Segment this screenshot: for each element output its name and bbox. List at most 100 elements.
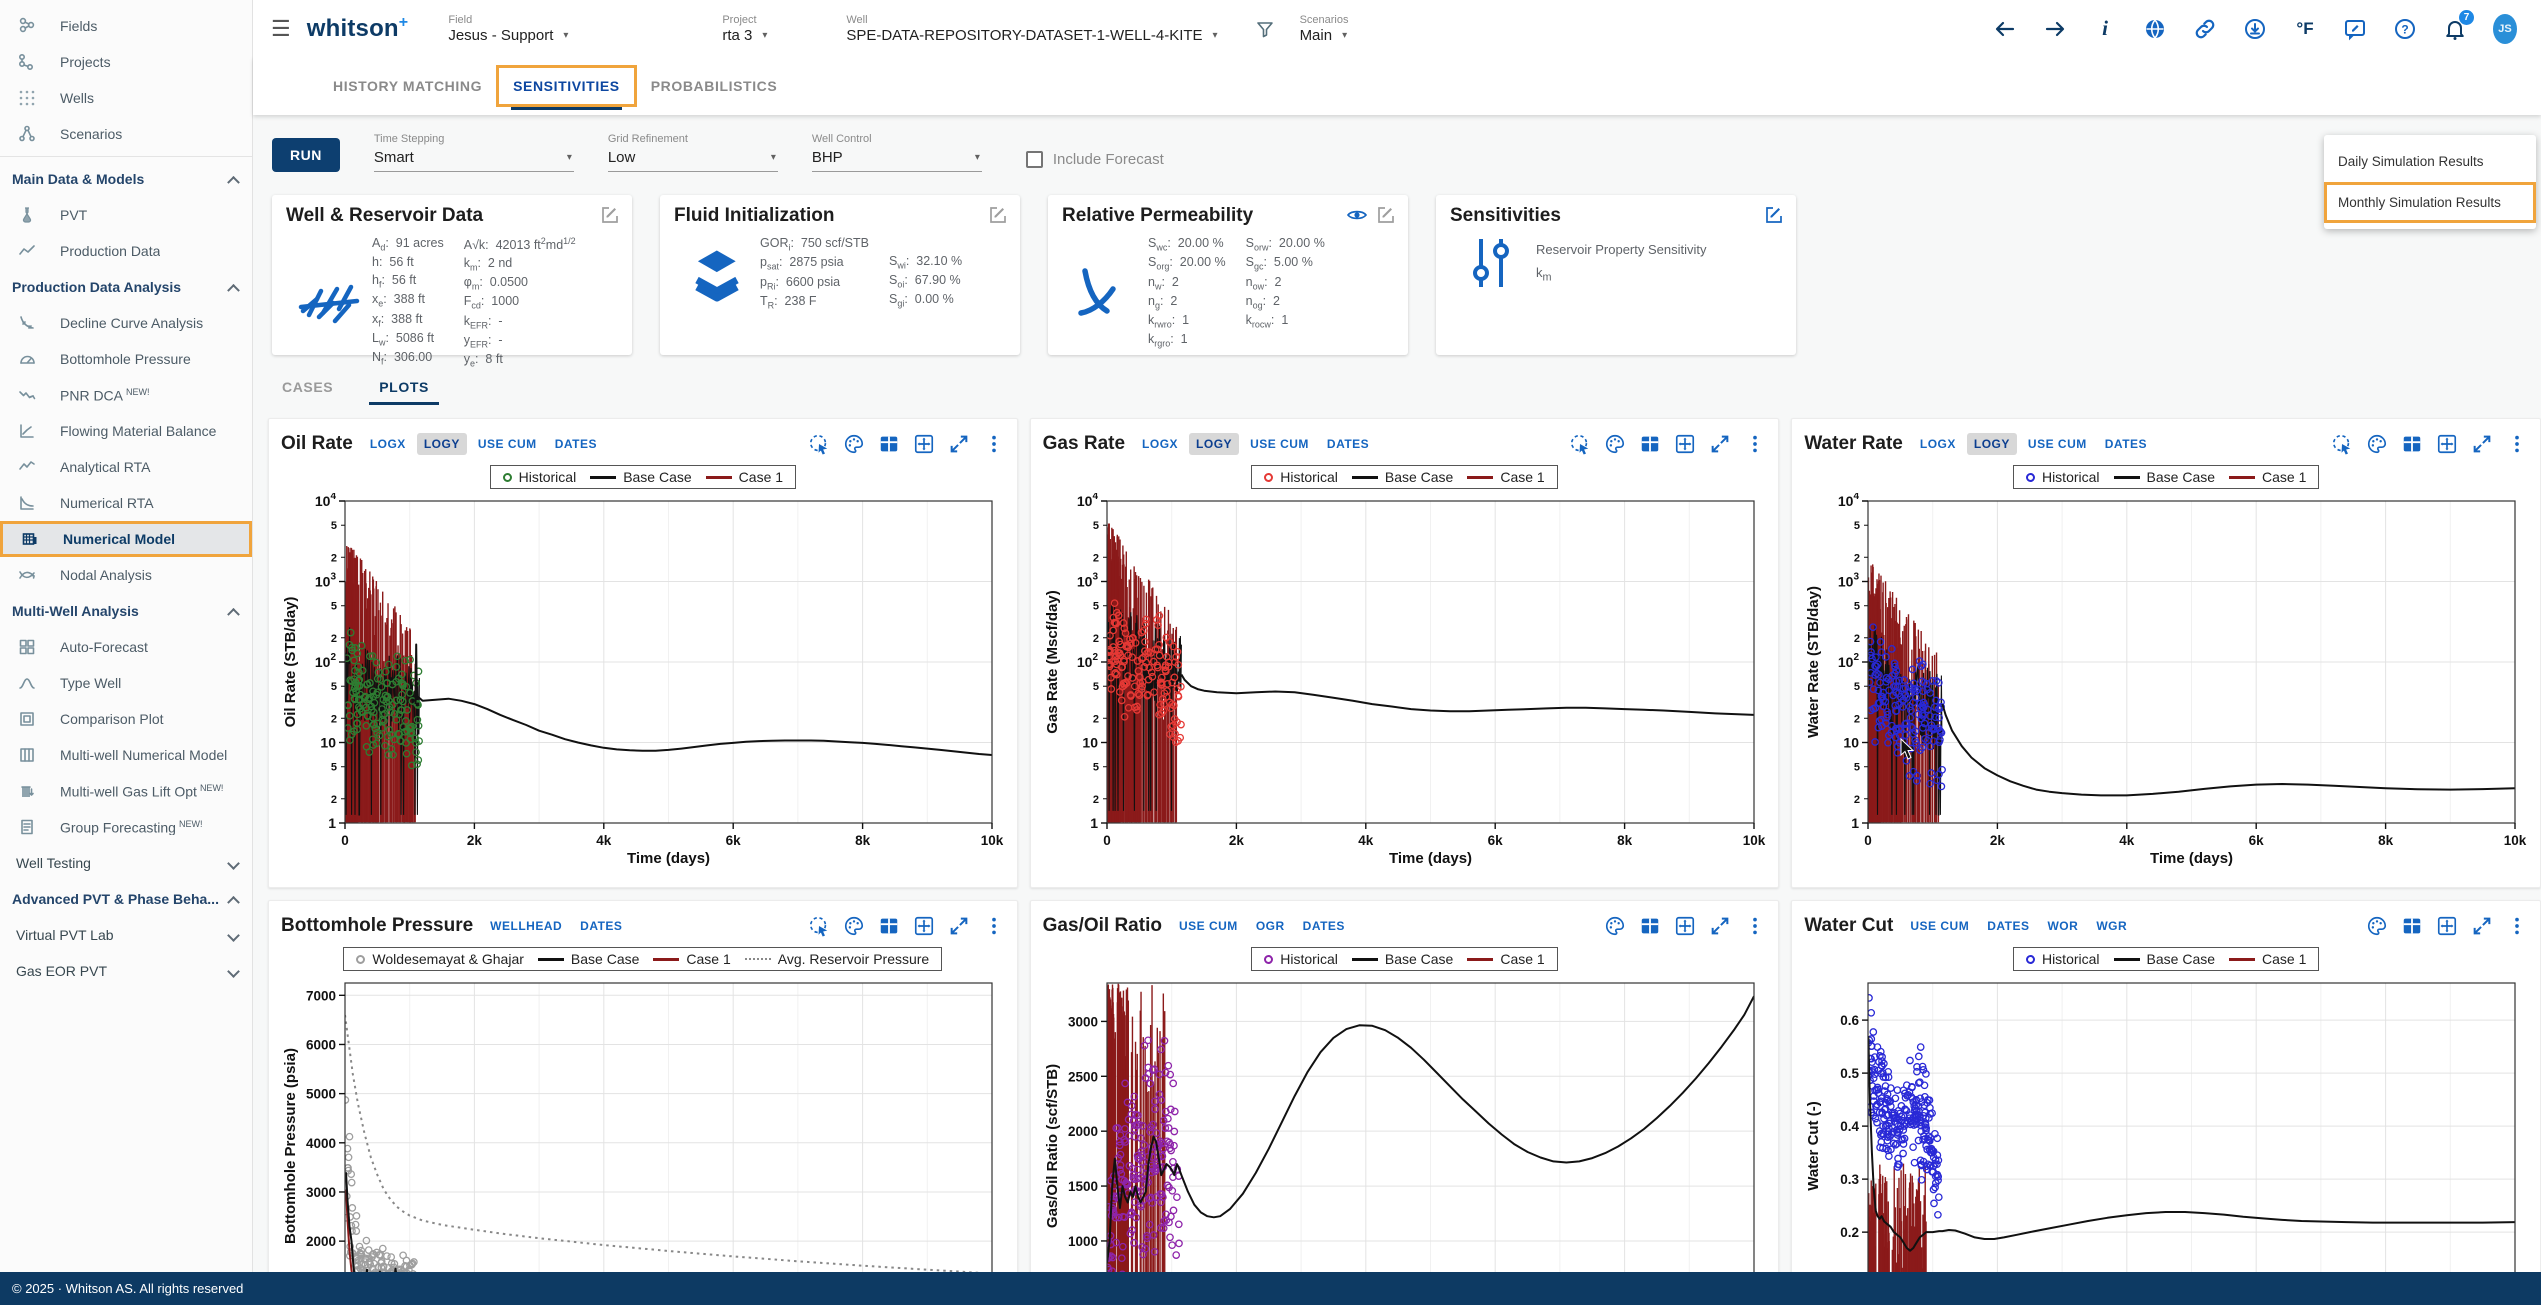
tab-plots[interactable]: PLOTS bbox=[369, 373, 439, 405]
chart-btn-dates[interactable]: DATES bbox=[2098, 433, 2154, 455]
sidebar-item-fields[interactable]: Fields bbox=[0, 8, 252, 44]
back-arrow-icon[interactable] bbox=[1993, 17, 2017, 41]
link-icon[interactable] bbox=[2193, 17, 2217, 41]
chart-plot-water-cut[interactable]: 0.10.20.30.40.50.602k4k6k8k10kWater Cut … bbox=[1804, 975, 2527, 1272]
tab-probabilistics[interactable]: PROBABILISTICS bbox=[637, 68, 792, 104]
legend-item[interactable]: Historical bbox=[1264, 951, 1338, 967]
kebab-icon[interactable] bbox=[1744, 915, 1766, 937]
well-control-select[interactable]: Well Control BHP▾ bbox=[812, 133, 982, 172]
kebab-icon[interactable] bbox=[983, 433, 1005, 455]
feedback-icon[interactable] bbox=[2343, 17, 2367, 41]
chart-btn-dates[interactable]: DATES bbox=[1320, 433, 1376, 455]
run-button[interactable]: RUN bbox=[272, 138, 340, 172]
menu-item-daily-simulation-results[interactable]: Daily Simulation Results bbox=[2324, 141, 2536, 182]
chart-btn-wor[interactable]: WOR bbox=[2040, 915, 2085, 937]
table-icon[interactable] bbox=[1639, 433, 1661, 455]
legend-item[interactable]: Historical bbox=[2026, 951, 2100, 967]
move-icon[interactable] bbox=[2436, 433, 2458, 455]
kebab-icon[interactable] bbox=[2506, 915, 2528, 937]
legend-item[interactable]: Avg. Reservoir Pressure bbox=[745, 951, 929, 967]
legend-item[interactable]: Case 1 bbox=[706, 469, 783, 485]
brand-logo[interactable]: whitson+ bbox=[307, 14, 409, 43]
legend-item[interactable]: Historical bbox=[503, 469, 577, 485]
chart-btn-use-cum[interactable]: USE CUM bbox=[471, 433, 544, 455]
palette-icon[interactable] bbox=[843, 915, 865, 937]
temperature-unit-toggle[interactable]: °F bbox=[2293, 17, 2317, 41]
download-icon[interactable] bbox=[2243, 17, 2267, 41]
user-avatar[interactable]: JS bbox=[2493, 17, 2517, 41]
sidebar-item-group-forecasting[interactable]: Group ForecastingNEW! bbox=[0, 809, 252, 845]
sidebar-item-well-testing[interactable]: Well Testing bbox=[0, 845, 252, 881]
sidebar-section-advanced-pvt-phase-beha-[interactable]: Advanced PVT & Phase Beha... bbox=[0, 881, 252, 917]
legend-item[interactable]: Case 1 bbox=[1467, 951, 1544, 967]
tab-cases[interactable]: CASES bbox=[272, 373, 343, 405]
grid-refinement-select[interactable]: Grid Refinement Low▾ bbox=[608, 133, 778, 172]
legend-item[interactable]: Base Case bbox=[2114, 469, 2215, 485]
sidebar-item-projects[interactable]: Projects bbox=[0, 44, 252, 80]
menu-item-monthly-simulation-results[interactable]: Monthly Simulation Results bbox=[2324, 182, 2536, 223]
project-select[interactable]: Project rta 3▾ bbox=[722, 14, 812, 44]
move-icon[interactable] bbox=[913, 915, 935, 937]
table-icon[interactable] bbox=[2401, 915, 2423, 937]
chart-btn-dates[interactable]: DATES bbox=[573, 915, 629, 937]
move-icon[interactable] bbox=[2436, 915, 2458, 937]
expand-icon[interactable] bbox=[948, 915, 970, 937]
sidebar-item-multi-well-numerical-model[interactable]: Multi-well Numerical Model bbox=[0, 737, 252, 773]
legend-item[interactable]: Base Case bbox=[538, 951, 639, 967]
chart-btn-use-cum[interactable]: USE CUM bbox=[1172, 915, 1245, 937]
sidebar-section-main-data-models[interactable]: Main Data & Models bbox=[0, 161, 252, 197]
sidebar-item-decline-curve-analysis[interactable]: Decline Curve Analysis bbox=[0, 305, 252, 341]
legend-item[interactable]: Case 1 bbox=[1467, 469, 1544, 485]
sidebar-section-multi-well-analysis[interactable]: Multi-Well Analysis bbox=[0, 593, 252, 629]
kebab-icon[interactable] bbox=[2506, 433, 2528, 455]
sidebar-item-numerical-model[interactable]: Numerical Model bbox=[0, 521, 252, 557]
table-icon[interactable] bbox=[1639, 915, 1661, 937]
sidebar-item-virtual-pvt-lab[interactable]: Virtual PVT Lab bbox=[0, 917, 252, 953]
palette-icon[interactable] bbox=[2366, 433, 2388, 455]
edit-icon[interactable] bbox=[600, 205, 620, 225]
legend-item[interactable]: Woldesemayat & Ghajar bbox=[356, 951, 523, 967]
chart-btn-logx[interactable]: LOGX bbox=[1913, 433, 1963, 455]
sidebar-item-wells[interactable]: Wells bbox=[0, 80, 252, 116]
chart-btn-ogr[interactable]: OGR bbox=[1249, 915, 1292, 937]
legend-item[interactable]: Historical bbox=[1264, 469, 1338, 485]
sidebar-item-scenarios[interactable]: Scenarios bbox=[0, 116, 252, 152]
legend-item[interactable]: Historical bbox=[2026, 469, 2100, 485]
chart-plot-water-rate[interactable]: 1251025102251032510402k4k6k8k10kTime (da… bbox=[1804, 493, 2527, 869]
scenarios-select[interactable]: Scenarios Main▾ bbox=[1300, 14, 1410, 44]
expand-icon[interactable] bbox=[948, 433, 970, 455]
table-icon[interactable] bbox=[878, 915, 900, 937]
palette-icon[interactable] bbox=[1604, 433, 1626, 455]
tab-sensitivities[interactable]: SENSITIVITIES bbox=[496, 65, 637, 107]
sidebar-item-numerical-rta[interactable]: Numerical RTA bbox=[0, 485, 252, 521]
sidebar-item-bottomhole-pressure[interactable]: Bottomhole Pressure bbox=[0, 341, 252, 377]
select-icon[interactable] bbox=[808, 433, 830, 455]
palette-icon[interactable] bbox=[843, 433, 865, 455]
chart-plot-gas-oil-ratio[interactable]: 5001000150020002500300002k4k6k8k10kGas/O… bbox=[1043, 975, 1766, 1272]
well-select[interactable]: Well SPE-DATA-REPOSITORY-DATASET-1-WELL-… bbox=[846, 14, 1217, 44]
palette-icon[interactable] bbox=[1604, 915, 1626, 937]
table-icon[interactable] bbox=[878, 433, 900, 455]
chart-plot-bottomhole-pressure[interactable]: 100020003000400050006000700002k4k6k8k10k… bbox=[281, 975, 1004, 1272]
sidebar-item-multi-well-gas-lift-opt[interactable]: Multi-well Gas Lift OptNEW! bbox=[0, 773, 252, 809]
chart-btn-logx[interactable]: LOGX bbox=[363, 433, 413, 455]
move-icon[interactable] bbox=[1674, 433, 1696, 455]
sidebar-section-production-data-analysis[interactable]: Production Data Analysis bbox=[0, 269, 252, 305]
eye-icon[interactable] bbox=[1346, 205, 1366, 225]
legend-item[interactable]: Case 1 bbox=[2229, 469, 2306, 485]
chart-btn-logy[interactable]: LOGY bbox=[1189, 433, 1239, 455]
chart-btn-wellhead[interactable]: WELLHEAD bbox=[483, 915, 569, 937]
sidebar-item-comparison-plot[interactable]: Comparison Plot bbox=[0, 701, 252, 737]
legend-item[interactable]: Case 1 bbox=[653, 951, 730, 967]
legend-item[interactable]: Base Case bbox=[2114, 951, 2215, 967]
help-icon[interactable]: ? bbox=[2393, 17, 2417, 41]
kebab-icon[interactable] bbox=[1744, 433, 1766, 455]
select-icon[interactable] bbox=[808, 915, 830, 937]
filter-funnel-icon[interactable] bbox=[1256, 20, 1274, 43]
chart-btn-wgr[interactable]: WGR bbox=[2089, 915, 2134, 937]
sidebar-item-type-well[interactable]: Type Well bbox=[0, 665, 252, 701]
expand-icon[interactable] bbox=[1709, 915, 1731, 937]
sidebar-item-analytical-rta[interactable]: Analytical RTA bbox=[0, 449, 252, 485]
chart-btn-dates[interactable]: DATES bbox=[1980, 915, 2036, 937]
palette-icon[interactable] bbox=[2366, 915, 2388, 937]
